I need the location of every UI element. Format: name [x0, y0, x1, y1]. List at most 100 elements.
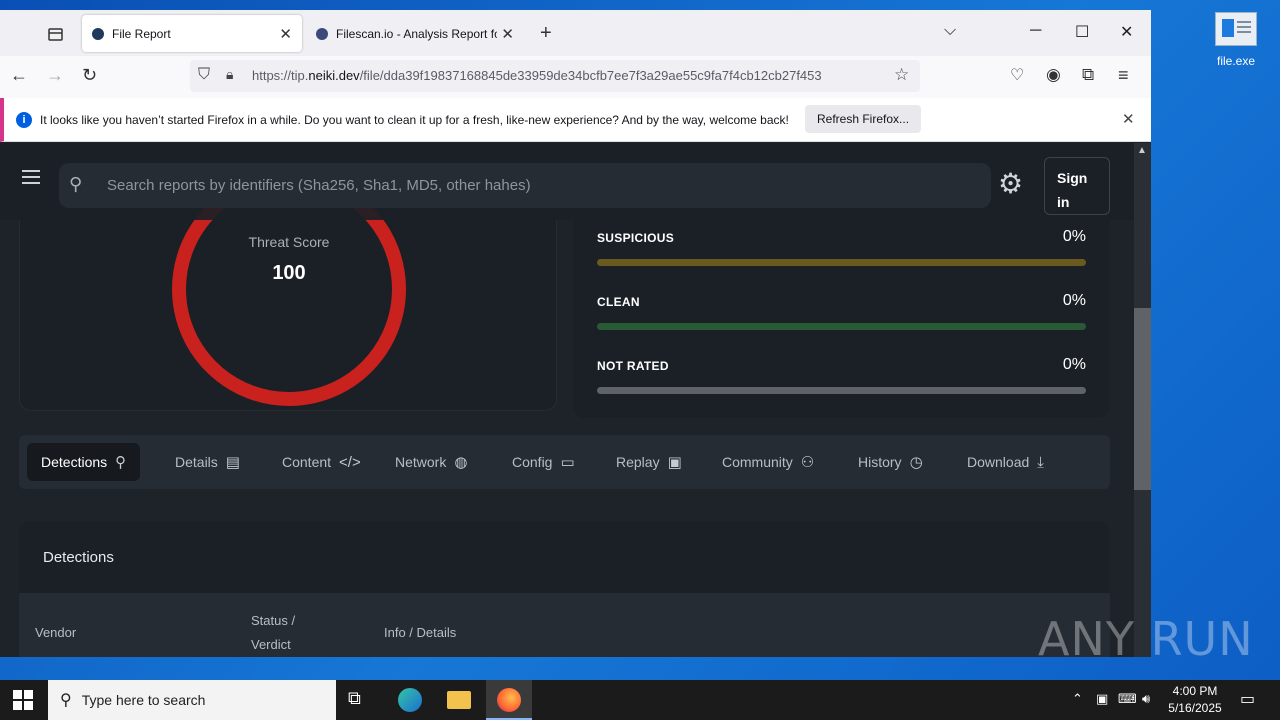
tab-config[interactable]: Config ▭	[498, 443, 589, 481]
monitor-icon: ▣	[667, 454, 682, 471]
sign-in-button[interactable]: Sign in	[1044, 157, 1110, 215]
column-status[interactable]: Status / Verdict	[251, 609, 295, 657]
clock-date: 5/16/2025	[1168, 701, 1222, 715]
threat-score-label: Threat Score	[248, 234, 330, 250]
tab-file-report[interactable]: File Report ✕	[82, 15, 302, 52]
report-search-box[interactable]: ⚲	[59, 163, 991, 208]
address-bar[interactable]: ⛉ 🔒︎ https://tip.neiki.dev/file/dda39f19…	[190, 60, 920, 92]
navigation-bar: ← → ↻ ⛉ 🔒︎ https://tip.neiki.dev/file/dd…	[0, 56, 1151, 98]
network-icon[interactable]: ⌨	[1118, 691, 1137, 707]
refresh-firefox-button[interactable]: Refresh Firefox...	[805, 105, 922, 133]
search-icon: ⚲	[115, 454, 127, 471]
tab-detections[interactable]: Detections ⚲	[27, 443, 141, 481]
tab-history[interactable]: History ◷	[844, 443, 937, 481]
stat-bar	[597, 387, 1086, 394]
clock-icon: ◷	[909, 454, 923, 471]
column-status-line2: Verdict	[251, 637, 291, 652]
scroll-up-icon[interactable]: ▲	[1137, 145, 1147, 156]
folder-gear-icon: ▭	[560, 454, 575, 471]
document-icon: ▤	[225, 454, 240, 471]
stat-percent: 0%	[1062, 292, 1086, 309]
edge-browser-icon[interactable]	[398, 688, 422, 712]
tab-label: History	[858, 454, 902, 470]
clock-time: 4:00 PM	[1172, 684, 1218, 698]
tab-label: Network	[395, 454, 447, 470]
tab-details[interactable]: Details ▤	[161, 443, 254, 481]
taskbar-search-box[interactable]: ⚲ Type here to search	[48, 680, 336, 720]
detections-card: Detections Vendor Status / Verdict Info …	[19, 521, 1110, 657]
notification-text: It looks like you haven’t started Firefo…	[40, 112, 789, 127]
stat-not-rated: NOT RATED 0%	[597, 356, 1086, 394]
tab-bar: File Report ✕ Filescan.io - Analysis Rep…	[0, 10, 1151, 56]
tab-download[interactable]: Download ⤓	[953, 443, 1058, 481]
new-tab-icon[interactable]: +	[540, 22, 552, 45]
bookmark-star-icon[interactable]: ☆	[894, 65, 909, 85]
desktop-file-icon[interactable]: file.exe	[1206, 12, 1266, 68]
extensions-icon[interactable]: ⧉	[1082, 65, 1094, 85]
tab-filescan[interactable]: Filescan.io - Analysis Report for ✕	[306, 15, 524, 52]
executable-icon	[1215, 12, 1257, 46]
reload-icon[interactable]: ↻	[82, 65, 97, 86]
pocket-icon[interactable]: ♡	[1010, 65, 1024, 85]
task-view-icon[interactable]: ⧉	[348, 688, 372, 712]
tab-title: File Report	[112, 26, 171, 41]
device-icon[interactable]: ▣	[1096, 691, 1108, 707]
sign-in-line1: Sign	[1057, 170, 1088, 186]
hamburger-menu-icon[interactable]	[22, 176, 40, 178]
maximize-icon[interactable]: ☐	[1075, 22, 1089, 42]
windows-start-icon[interactable]	[13, 690, 33, 710]
menu-icon[interactable]: ≡	[1118, 65, 1129, 86]
tab-overview-icon[interactable]	[40, 22, 70, 46]
firefox-notification-bar: i It looks like you haven’t started Fire…	[0, 98, 1151, 142]
scrollbar-thumb[interactable]	[1134, 308, 1151, 490]
browser-window: File Report ✕ Filescan.io - Analysis Rep…	[0, 10, 1151, 657]
stat-bar	[597, 323, 1086, 330]
report-tabs: Detections ⚲ Details ▤ Content </> Network ◍…	[19, 435, 1110, 489]
community-icon: ⚇	[800, 454, 815, 471]
notifications-icon[interactable]: ▭	[1240, 689, 1255, 709]
tab-title: Filescan.io - Analysis Report for	[336, 26, 498, 41]
close-window-icon[interactable]: ✕	[1120, 22, 1133, 42]
tab-replay[interactable]: Replay ▣	[602, 443, 696, 481]
column-info[interactable]: Info / Details	[384, 621, 456, 645]
page-scrollbar[interactable]: ▲	[1134, 143, 1151, 657]
list-tabs-icon[interactable]: ⌵	[944, 22, 956, 40]
tab-network[interactable]: Network ◍	[381, 443, 481, 481]
back-icon[interactable]: ←	[10, 65, 28, 86]
minimize-icon[interactable]: ─	[1030, 22, 1041, 40]
tray-overflow-icon[interactable]: ⌃	[1072, 691, 1083, 707]
info-icon: i	[16, 111, 32, 128]
stat-percent: 0%	[1062, 228, 1086, 245]
column-vendor[interactable]: Vendor	[35, 621, 76, 645]
stat-label: NOT RATED	[597, 359, 669, 373]
tab-community[interactable]: Community ⚇	[708, 443, 828, 481]
settings-gear-icon[interactable]: ⚙	[998, 170, 1023, 198]
detections-title: Detections	[43, 549, 114, 566]
stat-label: CLEAN	[597, 295, 640, 309]
anyrun-watermark: ANY RUN	[1038, 612, 1254, 666]
account-icon[interactable]: ◉	[1046, 65, 1061, 85]
stat-percent: 0%	[1062, 356, 1086, 373]
volume-icon[interactable]: 🔊︎	[1142, 691, 1150, 707]
system-clock[interactable]: 4:00 PM 5/16/2025	[1160, 683, 1230, 717]
threat-score-value: 100	[272, 262, 306, 284]
url-text[interactable]: https://tip.neiki.dev/file/dda39f1983716…	[252, 68, 822, 83]
column-status-line1: Status /	[251, 613, 296, 628]
desktop-file-label: file.exe	[1216, 54, 1256, 68]
lock-icon[interactable]: 🔒︎	[226, 66, 233, 83]
sign-in-line2: in	[1057, 194, 1070, 210]
report-search-input[interactable]	[107, 163, 977, 208]
search-icon: ⚲	[60, 692, 72, 709]
forward-icon[interactable]: →	[46, 65, 64, 86]
page-content: Threat Score 100 SUSPICIOUS 0% CLEAN 0% …	[0, 143, 1136, 657]
shield-icon[interactable]: ⛉	[198, 66, 210, 84]
stat-label: SUSPICIOUS	[597, 231, 675, 245]
tab-content[interactable]: Content </>	[268, 443, 375, 481]
firefox-taskbar-button[interactable]	[486, 680, 532, 720]
file-explorer-icon[interactable]	[447, 691, 471, 709]
close-tab-icon[interactable]: ✕	[501, 25, 514, 43]
close-tab-icon[interactable]: ✕	[279, 25, 292, 43]
taskbar-search-placeholder: Type here to search	[81, 692, 206, 708]
filescan-favicon-icon	[316, 27, 328, 40]
close-notification-icon[interactable]: ✕	[1122, 110, 1135, 128]
